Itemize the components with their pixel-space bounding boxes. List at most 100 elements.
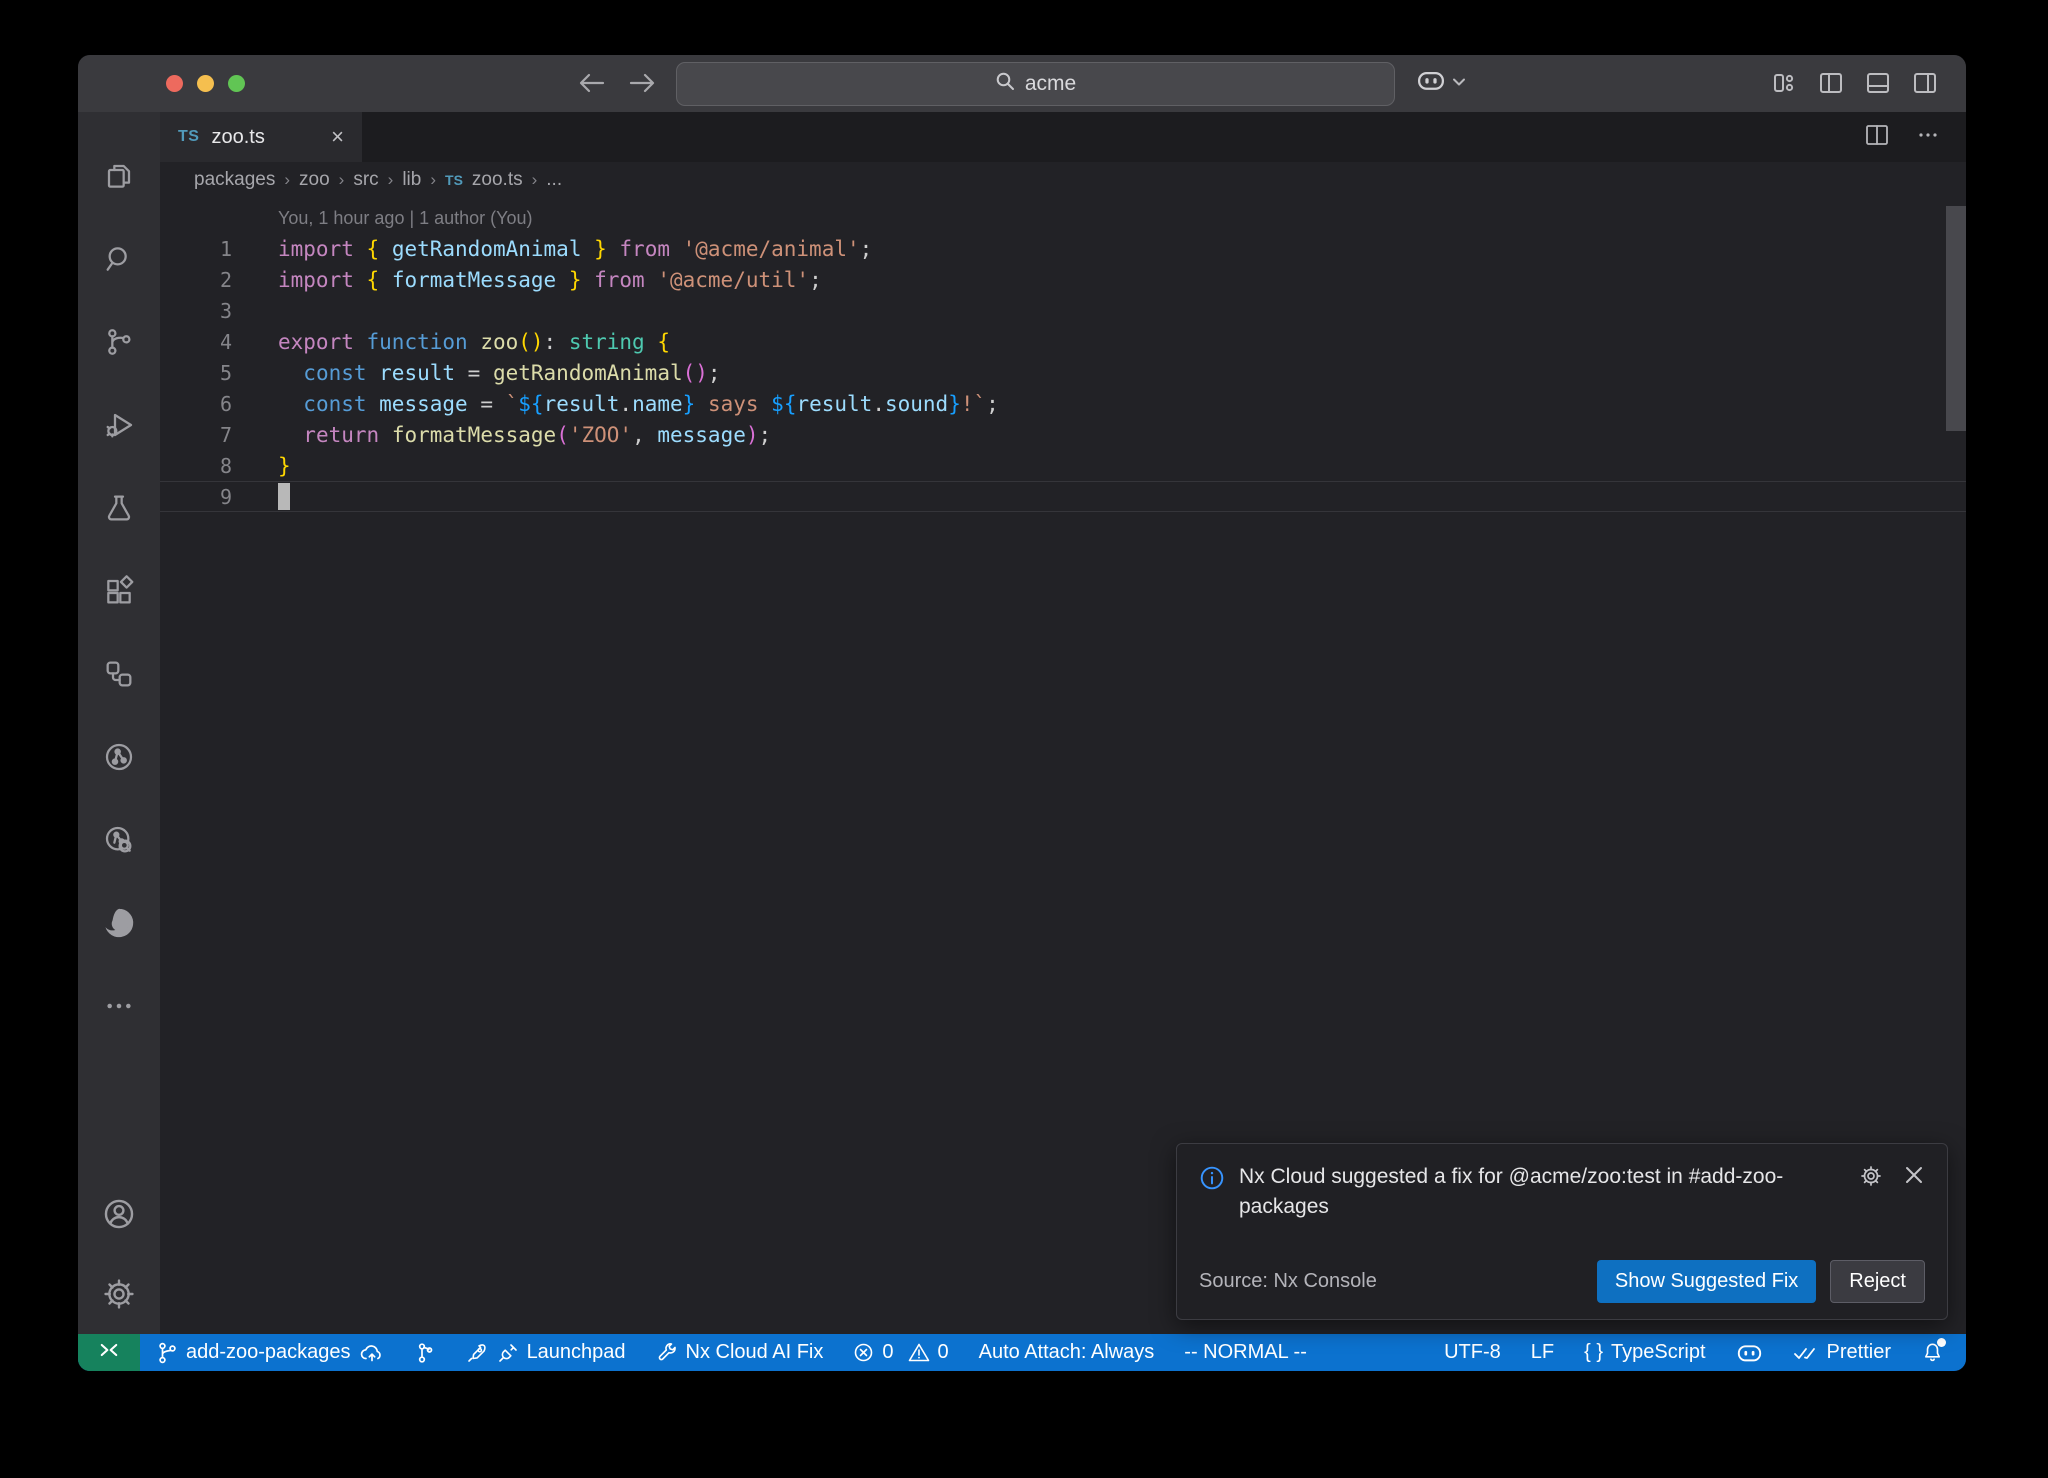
rocket-icon (465, 1341, 489, 1365)
encoding-label: UTF-8 (1444, 1341, 1501, 1364)
copilot-icon (1736, 1341, 1763, 1364)
chevron-right-icon: › (284, 170, 290, 190)
typescript-file-icon: TS (445, 172, 463, 188)
encoding-indicator[interactable]: UTF-8 (1444, 1341, 1501, 1364)
formatter-indicator[interactable]: Prettier (1793, 1341, 1891, 1364)
source-control-icon[interactable] (89, 300, 149, 383)
line-number: 4 (160, 330, 232, 354)
toggle-primary-sidebar-icon[interactable] (1818, 70, 1844, 96)
line-number: 2 (160, 268, 232, 292)
chevron-right-icon: › (532, 170, 538, 190)
more-actions-icon[interactable] (1916, 123, 1940, 152)
code-line[interactable]: 2import { formatMessage } from '@acme/ut… (160, 264, 1966, 295)
extensions-icon[interactable] (89, 549, 149, 632)
edge-tools-icon[interactable] (89, 881, 149, 964)
branch-name: add-zoo-packages (186, 1341, 351, 1364)
code-line[interactable]: 5 const result = getRandomAnimal(); (160, 357, 1966, 388)
breadcrumb-item[interactable]: packages (194, 169, 275, 191)
notification-toast: Nx Cloud suggested a fix for @acme/zoo:t… (1176, 1143, 1948, 1320)
copilot-status[interactable] (1736, 1341, 1763, 1364)
auto-attach-label: Auto Attach: Always (979, 1341, 1155, 1364)
run-debug-icon[interactable] (89, 383, 149, 466)
copilot-menu[interactable] (1416, 67, 1466, 98)
breadcrumb-item[interactable]: lib (402, 169, 421, 191)
chevron-right-icon: › (430, 170, 436, 190)
nx-graph-search-icon[interactable] (89, 798, 149, 881)
customize-layout-icon[interactable] (1771, 70, 1797, 96)
breadcrumb-item[interactable]: zoo (299, 169, 330, 191)
nx-fix-label: Nx Cloud AI Fix (686, 1341, 824, 1364)
chevron-right-icon: › (388, 170, 394, 190)
command-center-search[interactable]: acme (676, 62, 1395, 106)
line-number: 9 (160, 485, 232, 509)
nx-cloud-ai-fix-indicator[interactable]: Nx Cloud AI Fix (656, 1341, 824, 1364)
problems-indicator[interactable]: 0 0 (853, 1341, 948, 1364)
vim-mode-indicator[interactable]: -- NORMAL -- (1184, 1341, 1307, 1364)
split-editor-icon[interactable] (1864, 123, 1890, 152)
show-suggested-fix-button[interactable]: Show Suggested Fix (1597, 1260, 1816, 1303)
auto-attach-indicator[interactable]: Auto Attach: Always (979, 1341, 1155, 1364)
double-check-icon (1793, 1343, 1819, 1363)
search-view-icon[interactable] (89, 217, 149, 300)
notification-close-icon[interactable] (1903, 1164, 1925, 1191)
eol-indicator[interactable]: LF (1531, 1341, 1554, 1364)
nx-graph-icon[interactable] (89, 715, 149, 798)
tab-close-icon[interactable]: × (331, 126, 344, 148)
tab-label: zoo.ts (211, 126, 264, 149)
tab-bar: TS zoo.ts × (160, 112, 1966, 162)
testing-icon[interactable] (89, 466, 149, 549)
tab-zoo-ts[interactable]: TS zoo.ts × (160, 112, 362, 162)
zoom-window-button[interactable] (228, 75, 245, 92)
language-label: TypeScript (1611, 1341, 1705, 1364)
notification-settings-gear-icon[interactable] (1859, 1164, 1883, 1193)
notification-dot (1937, 1338, 1946, 1347)
plug-icon (497, 1342, 519, 1364)
minimize-window-button[interactable] (197, 75, 214, 92)
nx-console-icon[interactable] (89, 632, 149, 715)
launchpad-label: Launchpad (527, 1341, 626, 1364)
typescript-file-icon: TS (178, 128, 199, 146)
breadcrumb-item[interactable]: src (353, 169, 378, 191)
error-count: 0 (882, 1341, 893, 1364)
back-button[interactable] (578, 69, 606, 97)
forward-button[interactable] (628, 69, 656, 97)
git-graph-indicator[interactable] (415, 1341, 435, 1365)
git-branch-icon (156, 1341, 178, 1365)
copilot-icon (1416, 67, 1446, 98)
editor-scrollbar[interactable] (1946, 206, 1966, 431)
gitlens-blame-annotation[interactable]: You, 1 hour ago | 1 author (You) (160, 204, 1966, 233)
toggle-panel-icon[interactable] (1865, 70, 1891, 96)
remote-indicator[interactable] (78, 1334, 140, 1371)
breadcrumb-item[interactable]: ... (546, 169, 562, 191)
cloud-upload-icon (359, 1342, 385, 1364)
info-icon (1199, 1162, 1225, 1223)
toggle-secondary-sidebar-icon[interactable] (1912, 70, 1938, 96)
warning-icon (908, 1342, 930, 1363)
git-graph-icon (415, 1341, 435, 1365)
search-icon (995, 71, 1015, 97)
code-line[interactable]: 1import { getRandomAnimal } from '@acme/… (160, 233, 1966, 264)
code-line[interactable]: 4export function zoo(): string { (160, 326, 1966, 357)
more-views-icon[interactable] (89, 964, 149, 1047)
code-line[interactable]: 3 (160, 295, 1966, 326)
settings-gear-icon[interactable] (89, 1254, 149, 1334)
language-mode-indicator[interactable]: { } TypeScript (1584, 1341, 1705, 1364)
launchpad-indicator[interactable]: Launchpad (465, 1341, 626, 1365)
line-number: 6 (160, 392, 232, 416)
breadcrumb: packages › zoo › src › lib › TS zoo.ts ›… (160, 162, 1966, 198)
branch-indicator[interactable]: add-zoo-packages (156, 1341, 385, 1365)
code-line[interactable]: 7 return formatMessage('ZOO', message); (160, 419, 1966, 450)
notifications-bell[interactable] (1921, 1341, 1944, 1364)
explorer-icon[interactable] (89, 134, 149, 217)
code-line[interactable]: 6 const message = `${result.name} says $… (160, 388, 1966, 419)
close-window-button[interactable] (166, 75, 183, 92)
chevron-down-icon (1452, 74, 1466, 92)
code-line[interactable]: 8} (160, 450, 1966, 481)
breadcrumb-item[interactable]: zoo.ts (472, 169, 523, 191)
reject-button[interactable]: Reject (1830, 1260, 1925, 1303)
formatter-label: Prettier (1827, 1341, 1891, 1364)
accounts-icon[interactable] (89, 1174, 149, 1254)
code-line[interactable]: 9 (160, 481, 1966, 512)
titlebar: acme (78, 55, 1966, 112)
editor-cursor (278, 483, 290, 510)
